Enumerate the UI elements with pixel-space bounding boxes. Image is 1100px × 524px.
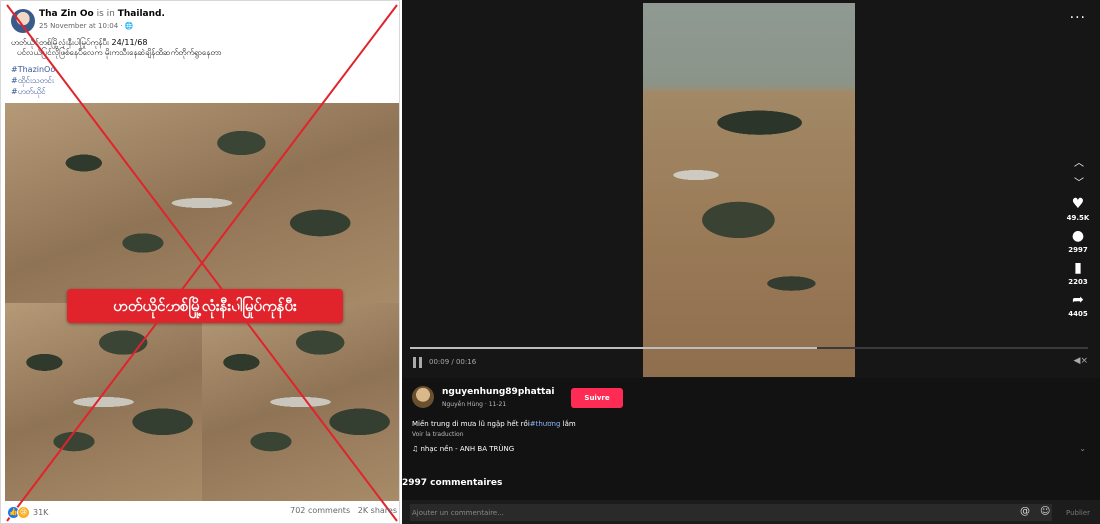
hashtag-link[interactable]: #ထိုင်းသတင်း [11,75,55,86]
expand-chevron-icon[interactable]: ⌄ [1079,444,1086,453]
chevron-up-icon[interactable]: ︿ [1071,154,1087,169]
video-time: 00:09 / 00:16 [429,358,477,366]
comment-input[interactable] [410,504,1052,521]
post-text-line-2: ပင်လယ်ပြင်လိုဖြစ်နေပီလေက မိုးကသီးနေဆဲချိ… [17,48,222,57]
share-action[interactable]: ➦ 4405 [1062,292,1094,318]
post-text-line-1: ဟတ်ယိုင်တစ်မြို့လုံးနီးပါမြုပ်ကုန်ပီး 24… [11,38,148,47]
video-progress-bar[interactable] [410,347,1088,349]
video-info: nguyenhung89phattai Nguyễn Hùng · 11-21 … [402,378,1100,464]
sad-reaction-icon: 😢 [17,506,30,519]
like-action[interactable]: ♥ 49.5K [1062,196,1094,222]
post-timestamp[interactable]: 25 November at 10:04 · [39,22,125,30]
post-hashtags: #ThazinOo #ထိုင်းသတင်း #ဟတ်ယိုင် [11,64,55,97]
share-count: 4405 [1068,310,1088,318]
author-line: Tha Zin Oo is in Thailand. [39,9,165,19]
like-count: 49.5K [1066,214,1090,222]
comment-action[interactable]: ● 2997 [1062,228,1094,254]
facebook-post: Tha Zin Oo is in Thailand. 25 November a… [0,0,400,524]
share-arrow-icon: ➦ [1072,292,1084,308]
creator-avatar[interactable] [412,386,434,408]
comments-count-link[interactable]: 702 comments [290,506,350,515]
more-options-icon[interactable]: ··· [1070,10,1086,26]
creator-nickname-date: Nguyễn Hùng · 11-21 [442,401,507,408]
hashtag-link[interactable]: #ဟတ်ယိုင် [11,86,55,97]
post-footer: 👍 😢 31K 702 comments 2K shares [7,505,397,521]
location-link[interactable]: Thailand. [118,9,165,19]
follow-button[interactable]: Suivre [571,388,623,408]
publish-button[interactable]: Publier [1066,509,1090,517]
video-progress-fill [410,347,817,349]
tiktok-viewer: ··· ︿ ﹀ ♥ 49.5K ● 2997 ▮ 2203 ➦ 4405 00:… [402,0,1100,524]
flood-photo-bottom-left [5,303,202,501]
post-image[interactable]: ဟတ်ယိုင်တစ်မြို့လုံးနီးပါမြုပ်ကုန်ပီး [5,103,399,501]
post-meta: 25 November at 10:04 · 🌐 [39,22,134,30]
comment-count: 2997 [1068,246,1088,254]
comments-title: 2997 commentaires [402,478,503,488]
shares-count-link[interactable]: 2K shares [358,506,397,515]
emoji-icon[interactable]: ☺ [1040,506,1050,517]
caption-tail: lắm [560,420,576,428]
caption-hashtag-link[interactable]: #thương [530,420,561,428]
globe-icon: 🌐 [124,22,134,30]
author-avatar[interactable] [11,9,35,33]
chevron-down-icon[interactable]: ﹀ [1071,174,1087,189]
pause-icon[interactable] [413,357,422,368]
see-translation-link[interactable]: Voir la traduction [412,431,464,438]
video-stage[interactable]: ··· ︿ ﹀ ♥ 49.5K ● 2997 ▮ 2203 ➦ 4405 00:… [402,0,1100,378]
mute-icon[interactable]: ◀× [1074,356,1088,366]
save-action[interactable]: ▮ 2203 [1062,260,1094,286]
flood-photo-top [5,103,399,303]
comment-bubble-icon: ● [1071,228,1085,244]
creator-username[interactable]: nguyenhung89phattai [442,387,555,397]
heart-icon: ♥ [1071,196,1085,212]
video-caption: Miền trung di mưa lũ ngập hết rồi#thương… [412,420,576,428]
post-header: Tha Zin Oo is in Thailand. 25 November a… [7,7,387,35]
flood-photo-bottom-right [202,303,399,501]
post-text: ဟတ်ယိုင်တစ်မြို့လုံးနီးပါမြုပ်ကုန်ပီး 24… [11,38,391,58]
comment-input-row: @ ☺ Publier [402,500,1100,524]
is-in-text: is in [96,9,115,19]
author-name[interactable]: Tha Zin Oo [39,9,94,19]
save-count: 2203 [1068,278,1088,286]
mention-icon[interactable]: @ [1020,506,1030,517]
action-bar: ♥ 49.5K ● 2997 ▮ 2203 ➦ 4405 [1062,196,1094,324]
bookmark-icon: ▮ [1074,260,1082,276]
reactions-count: 31K [33,508,49,517]
video-player[interactable] [643,3,855,377]
caption-text: Miền trung di mưa lũ ngập hết rồi [412,420,530,428]
engagement-counts: 702 comments 2K shares [290,506,397,515]
reactions-summary[interactable]: 👍 😢 31K [7,506,48,519]
hashtag-link[interactable]: #ThazinOo [11,64,55,75]
music-link[interactable]: ♫ nhạc nền - ANH BA TRÙNG [412,445,514,453]
image-banner-text: ဟတ်ယိုင်တစ်မြို့လုံးနီးပါမြုပ်ကုန်ပီး [67,289,343,323]
